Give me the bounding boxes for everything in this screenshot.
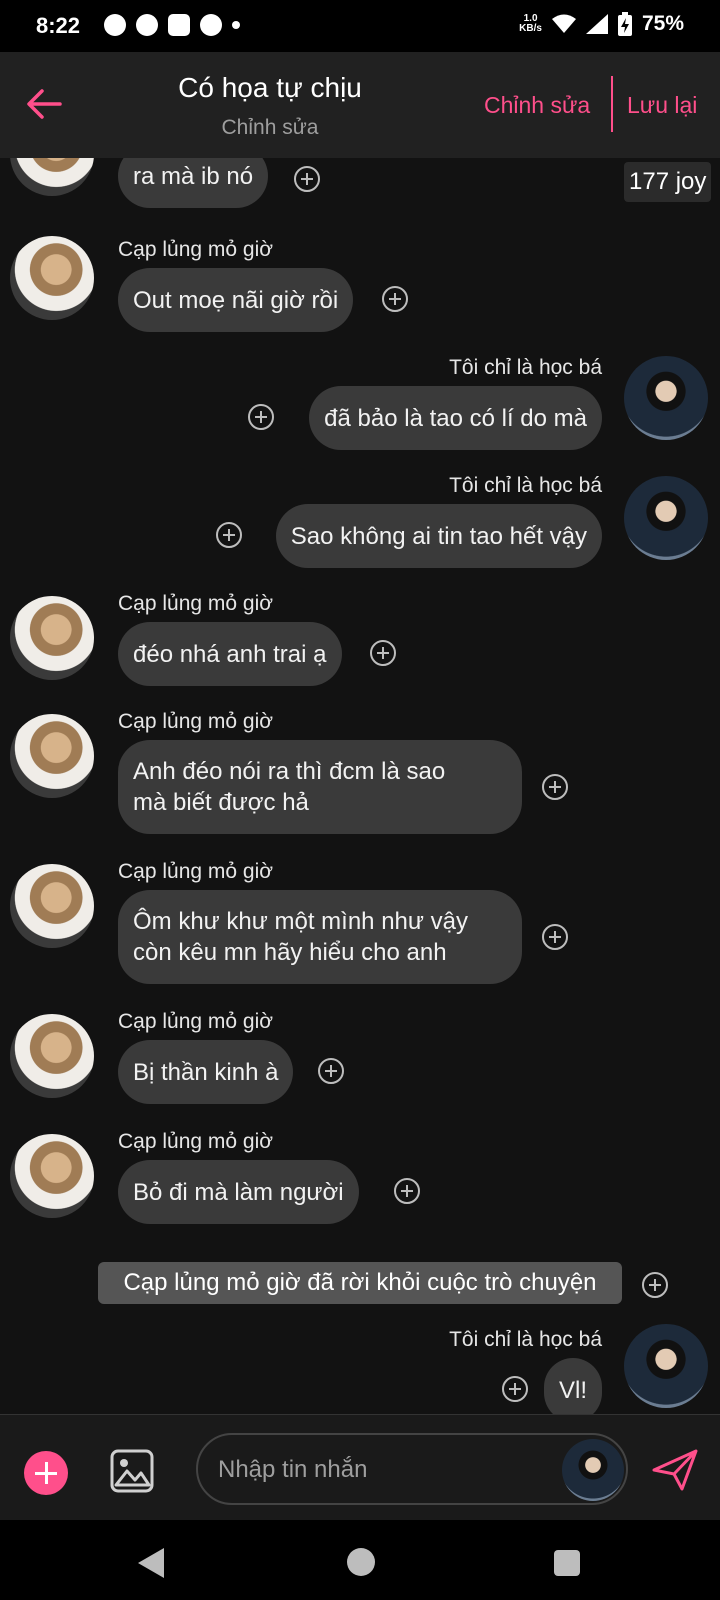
nav-back-icon[interactable] [138, 1548, 164, 1578]
message-text: đã bảo là tao có lí do mà [324, 404, 587, 432]
avatar[interactable] [624, 356, 708, 440]
avatar[interactable] [10, 596, 94, 680]
message-text: đéo nhá anh trai ạ [133, 640, 327, 668]
chat-area[interactable]: ra mà ib nó 177 joy Cạp lủng mỏ giờ Out … [0, 158, 720, 1414]
avatar[interactable] [10, 236, 94, 320]
message-text: còn kêu mn hãy hiểu cho anh [133, 939, 447, 966]
message-input[interactable] [216, 1453, 540, 1487]
status-right: 1.0 KB/s 75% [519, 12, 684, 36]
send-icon[interactable] [652, 1449, 698, 1491]
capcut-icon [168, 14, 190, 36]
sender-name: Cạp lủng mỏ giờ [118, 1010, 274, 1033]
message-text: Anh đéo nói ra thì đcm là sao [133, 758, 446, 785]
sender-name: Cạp lủng mỏ giờ [118, 238, 274, 261]
add-reaction-icon[interactable] [502, 1376, 528, 1402]
add-reaction-icon[interactable] [370, 640, 396, 666]
message-text: Bị thần kinh à [133, 1058, 279, 1086]
message-text: Ôm khư khư một mình như vậy [133, 908, 468, 935]
message-input-container[interactable] [196, 1433, 628, 1505]
signal-icon [585, 14, 608, 34]
add-reaction-icon[interactable] [642, 1272, 668, 1298]
sender-name: Tôi chỉ là học bá [449, 474, 602, 497]
avatar[interactable] [10, 158, 94, 196]
avatar[interactable] [10, 1014, 94, 1098]
wifi-icon [551, 14, 576, 33]
chat-title: Có họa tự chịu [178, 72, 362, 103]
message-bubble[interactable]: đã bảo là tao có lí do mà [309, 386, 602, 450]
add-reaction-icon[interactable] [542, 924, 568, 950]
messenger-icon [200, 14, 222, 36]
message-bubble[interactable]: Bỏ đi mà làm người [118, 1160, 359, 1224]
battery-charging-icon [617, 12, 632, 36]
add-reaction-icon[interactable] [542, 774, 568, 800]
header-divider [611, 76, 613, 132]
message-bubble[interactable]: Bị thần kinh à [118, 1040, 294, 1104]
battery-percent: 75% [641, 12, 684, 35]
system-message: Cạp lủng mỏ giờ đã rời khỏi cuộc trò chu… [98, 1262, 622, 1304]
network-speed-unit: KB/s [519, 23, 542, 34]
more-notifications-dot-icon [232, 21, 240, 29]
chat-header: Có họa tự chịu Chỉnh sửa Chỉnh sửa Lưu l… [0, 52, 720, 158]
image-gallery-icon[interactable] [110, 1449, 154, 1493]
status-bar: 8:22 1.0 KB/s 75% [0, 0, 720, 52]
nav-home-icon[interactable] [347, 1548, 375, 1576]
message-composer [0, 1414, 720, 1521]
edit-button[interactable]: Chỉnh sửa [484, 92, 590, 119]
add-reaction-icon[interactable] [294, 166, 320, 192]
message-bubble[interactable]: Sao không ai tin tao hết vậy [275, 504, 602, 568]
message-bubble[interactable]: Ôm khư khư một mình như vậy còn kêu mn h… [118, 890, 522, 984]
add-reaction-icon[interactable] [394, 1178, 420, 1204]
sender-name: Tôi chỉ là học bá [449, 356, 602, 379]
chat-subtitle: Chỉnh sửa [221, 116, 319, 139]
add-reaction-icon[interactable] [248, 404, 274, 430]
sender-name: Cạp lủng mỏ giờ [118, 592, 274, 615]
message-text: ra mà ib nó [133, 162, 254, 190]
messenger-icon [104, 14, 126, 36]
network-speed: 1.0 KB/s [519, 14, 542, 34]
sender-name: Tôi chỉ là học bá [449, 1328, 602, 1351]
sender-name: Cạp lủng mỏ giờ [118, 860, 274, 883]
system-nav-bar [0, 1520, 720, 1600]
message-text: mà biết được hả [133, 789, 309, 816]
avatar[interactable] [10, 714, 94, 798]
add-reaction-icon[interactable] [216, 522, 242, 548]
message-text: Vl! [558, 1376, 587, 1404]
nav-recents-icon[interactable] [554, 1550, 580, 1576]
message-text: Bỏ đi mà làm người [133, 1178, 344, 1206]
message-bubble[interactable]: đéo nhá anh trai ạ [118, 622, 342, 686]
avatar[interactable] [10, 864, 94, 948]
message-bubble[interactable]: Vl! [543, 1358, 602, 1414]
sender-name: Cạp lủng mỏ giờ [118, 1130, 274, 1153]
status-time: 8:22 [36, 13, 81, 38]
messenger-icon [136, 14, 158, 36]
message-bubble[interactable]: Anh đéo nói ra thì đcm là sao mà biết đư… [118, 740, 522, 834]
sender-name: Cạp lủng mỏ giờ [118, 710, 274, 733]
message-bubble[interactable]: ra mà ib nó [118, 158, 269, 208]
message-text: Sao không ai tin tao hết vậy [290, 522, 587, 550]
save-button[interactable]: Lưu lại [627, 92, 697, 119]
add-reaction-icon[interactable] [382, 286, 408, 312]
add-attachment-button[interactable] [24, 1451, 68, 1495]
message-text: Out moẹ nãi giờ rồi [133, 286, 339, 314]
avatar[interactable] [624, 476, 708, 560]
message-bubble[interactable]: Out moẹ nãi giờ rồi [118, 268, 354, 332]
avatar[interactable] [624, 1324, 708, 1408]
sender-avatar[interactable] [562, 1439, 624, 1501]
notification-icons [104, 14, 240, 36]
add-reaction-icon[interactable] [318, 1058, 344, 1084]
avatar[interactable] [10, 1134, 94, 1218]
joy-badge: 177 joy [624, 162, 712, 202]
